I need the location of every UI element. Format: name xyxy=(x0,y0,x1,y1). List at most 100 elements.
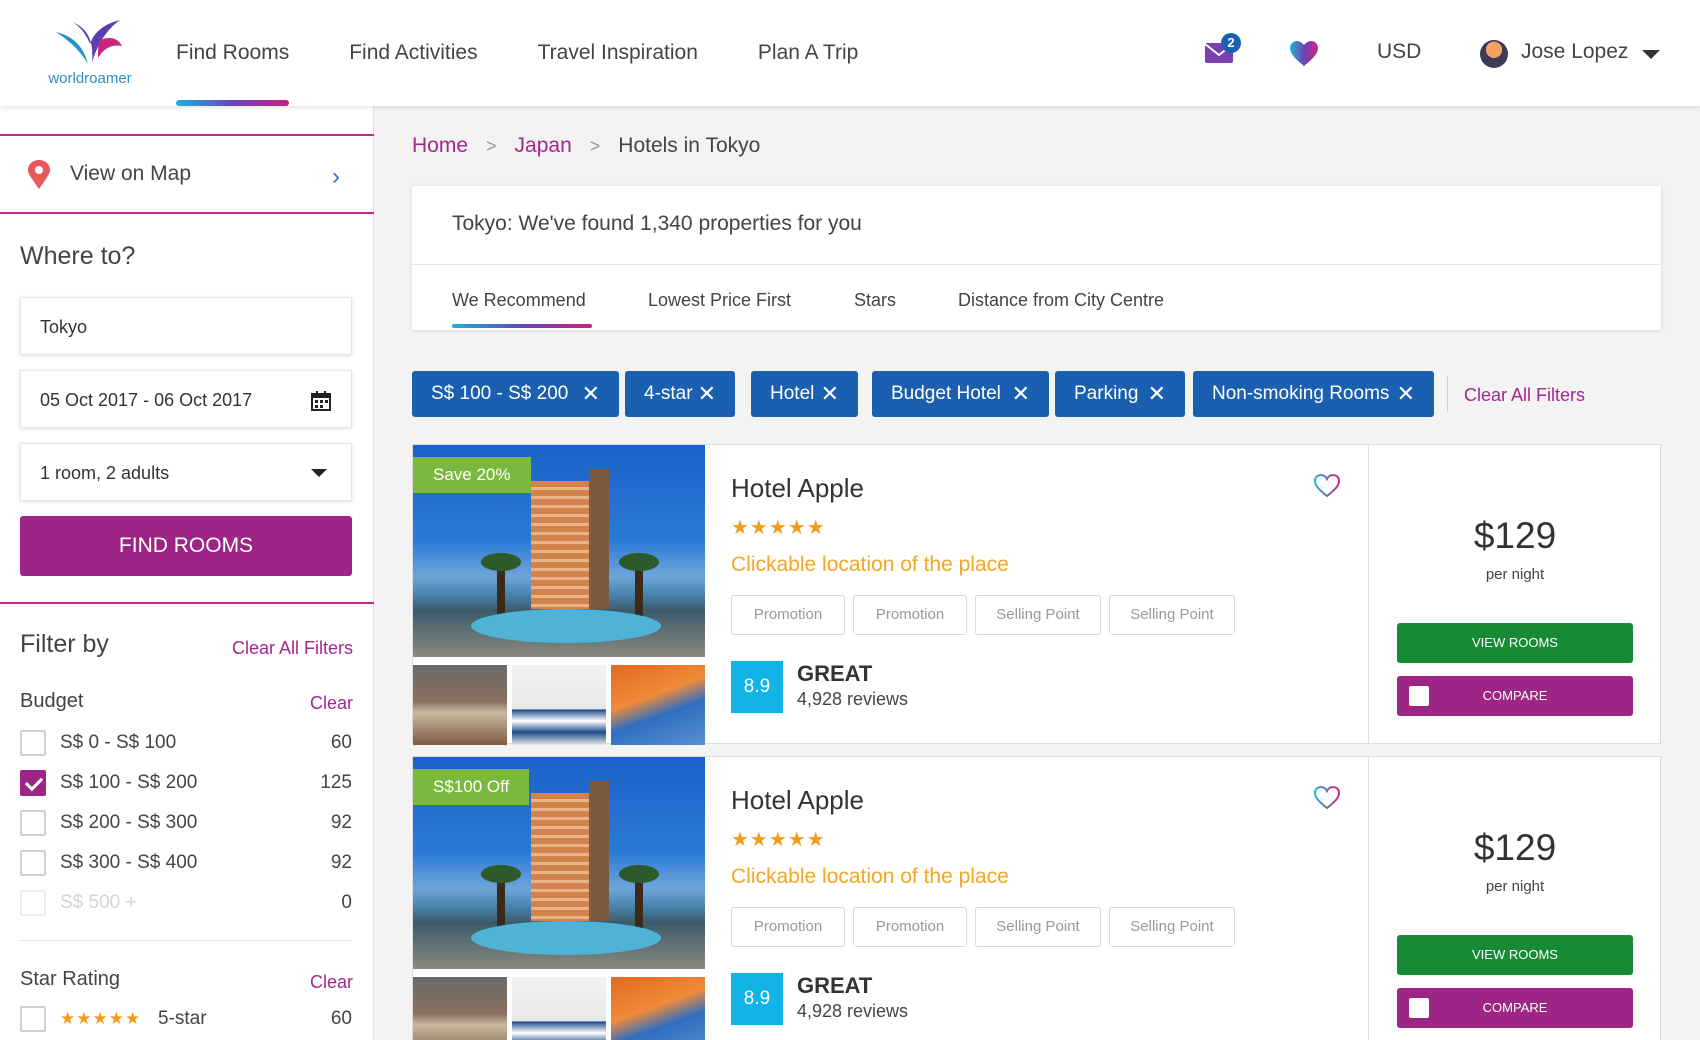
hotel-card[interactable]: S$100 Off Hotel Apple ★★★★★ Clickable lo… xyxy=(412,756,1661,1040)
results-summary-card: Tokyo: We've found 1,340 properties for … xyxy=(412,186,1661,330)
star-rating-clear-link[interactable]: Clear xyxy=(310,972,353,993)
promo-tag: Promotion xyxy=(853,595,967,635)
filter-chip[interactable]: Hotel ✕ xyxy=(751,371,858,417)
budget-clear-link[interactable]: Clear xyxy=(310,693,353,714)
filter-chip[interactable]: S$ 100 - S$ 200 ✕ xyxy=(412,371,619,417)
filter-chip[interactable]: 4-star ✕ xyxy=(625,371,735,417)
compare-button[interactable]: COMPARE xyxy=(1397,676,1633,716)
destination-field[interactable] xyxy=(20,297,352,355)
hotel-location-link[interactable]: Clickable location of the place xyxy=(731,865,1009,889)
star-option-label: 5-star xyxy=(158,1008,207,1029)
hotel-thumbnail[interactable] xyxy=(512,977,606,1040)
budget-checkbox[interactable] xyxy=(20,730,46,756)
hotel-thumbnail[interactable] xyxy=(413,977,507,1040)
hotel-location-link[interactable]: Clickable location of the place xyxy=(731,553,1009,577)
avatar[interactable] xyxy=(1480,40,1508,68)
date-range-field[interactable]: 05 Oct 2017 - 06 Oct 2017 xyxy=(20,370,352,428)
budget-option[interactable]: S$ 0 - S$ 100 60 xyxy=(20,730,352,760)
photo-detail xyxy=(471,921,661,955)
promo-tag: Promotion xyxy=(853,907,967,947)
sort-tab-recommend[interactable]: We Recommend xyxy=(452,290,586,311)
logo-bird-icon xyxy=(56,20,122,64)
rating-word: GREAT xyxy=(797,973,873,998)
compare-button[interactable]: COMPARE xyxy=(1397,988,1633,1028)
close-icon[interactable]: ✕ xyxy=(1012,371,1030,417)
chevron-down-icon[interactable] xyxy=(1642,50,1660,59)
per-night-label: per night xyxy=(1485,566,1545,583)
sort-tab-lowest-price[interactable]: Lowest Price First xyxy=(648,290,791,311)
close-icon[interactable]: ✕ xyxy=(821,371,839,417)
destination-input[interactable] xyxy=(40,317,320,338)
hotel-price: $129 xyxy=(1473,827,1557,868)
calendar-icon[interactable] xyxy=(311,391,331,411)
view-rooms-button[interactable]: VIEW ROOMS xyxy=(1397,623,1633,663)
heart-icon[interactable] xyxy=(1290,41,1318,67)
hotel-card[interactable]: Save 20% Hotel Apple ★★★★★ Clickable loc… xyxy=(412,444,1661,745)
sort-tab-stars[interactable]: Stars xyxy=(854,290,896,311)
user-name[interactable]: Jose Lopez xyxy=(1521,40,1628,64)
star-checkbox[interactable] xyxy=(20,1006,46,1032)
hotel-main-photo[interactable]: Save 20% xyxy=(413,445,705,657)
close-icon[interactable]: ✕ xyxy=(698,371,716,417)
budget-option-label: S$ 500 + xyxy=(60,892,137,913)
per-night-label: per night xyxy=(1485,878,1545,895)
promo-tag: Selling Point xyxy=(975,907,1101,947)
logo-text: worldroamer xyxy=(48,70,132,87)
hotel-name[interactable]: Hotel Apple xyxy=(731,785,864,816)
review-score: 8.9 xyxy=(731,661,783,713)
filter-chip[interactable]: Budget Hotel ✕ xyxy=(872,371,1049,417)
budget-option-label: S$ 300 - S$ 400 xyxy=(60,852,198,873)
compare-checkbox[interactable] xyxy=(1409,686,1429,706)
currency-selector[interactable]: USD xyxy=(1377,40,1421,64)
close-icon[interactable]: ✕ xyxy=(1148,371,1166,417)
hotel-name[interactable]: Hotel Apple xyxy=(731,473,864,504)
nav-find-activities[interactable]: Find Activities xyxy=(349,0,477,106)
chevron-right-icon: › xyxy=(332,163,340,190)
close-icon[interactable]: ✕ xyxy=(582,371,600,417)
hotel-thumbnail[interactable] xyxy=(512,665,606,745)
budget-option[interactable]: S$ 100 - S$ 200 125 xyxy=(20,770,352,800)
find-rooms-button[interactable]: FIND ROOMS xyxy=(20,516,352,576)
guests-value: 1 room, 2 adults xyxy=(40,463,170,483)
view-rooms-button[interactable]: VIEW ROOMS xyxy=(1397,935,1633,975)
breadcrumb-home[interactable]: Home xyxy=(412,134,468,158)
favorite-heart-icon[interactable] xyxy=(1313,785,1341,811)
budget-checkbox[interactable] xyxy=(20,810,46,836)
filter-chip-label: 4-star xyxy=(644,383,693,404)
hotel-star-rating: ★★★★★ xyxy=(731,829,826,851)
budget-option-count: 92 xyxy=(330,812,352,833)
filter-chip-label: Hotel xyxy=(770,383,815,404)
budget-checkbox[interactable] xyxy=(20,770,46,796)
favorite-heart-icon[interactable] xyxy=(1313,473,1341,499)
promo-tag: Promotion xyxy=(731,907,845,947)
promo-tag: Selling Point xyxy=(1109,595,1235,635)
nav-travel-inspiration[interactable]: Travel Inspiration xyxy=(538,0,698,106)
filter-chip-label: Non-smoking Rooms xyxy=(1212,383,1390,404)
budget-option[interactable]: S$ 300 - S$ 400 92 xyxy=(20,850,352,880)
hotel-thumbnail[interactable] xyxy=(413,665,507,745)
star-option[interactable]: ★★★★★ 5-star 60 xyxy=(20,1006,352,1036)
budget-checkbox[interactable] xyxy=(20,850,46,876)
nav-find-rooms[interactable]: Find Rooms xyxy=(176,0,290,106)
hotel-thumbnail[interactable] xyxy=(611,665,705,745)
compare-checkbox[interactable] xyxy=(1409,998,1429,1018)
budget-option-label: S$ 200 - S$ 300 xyxy=(60,812,198,833)
breadcrumb-separator-icon: > xyxy=(486,135,497,156)
logo[interactable]: worldroamer xyxy=(38,18,142,90)
view-on-map-button[interactable]: View on Map › xyxy=(0,134,374,214)
divider xyxy=(0,602,374,604)
star-rating-icons: ★★★★★ xyxy=(60,1009,142,1028)
chips-clear-all-link[interactable]: Clear All Filters xyxy=(1464,385,1585,406)
close-icon[interactable]: ✕ xyxy=(1397,371,1415,417)
guests-dropdown[interactable]: 1 room, 2 adults xyxy=(20,443,352,501)
review-count: 4,928 reviews xyxy=(797,1001,909,1021)
clear-all-filters-link[interactable]: Clear All Filters xyxy=(232,638,353,659)
hotel-main-photo[interactable]: S$100 Off xyxy=(413,757,705,969)
filter-chip[interactable]: Non-smoking Rooms ✕ xyxy=(1193,371,1434,417)
hotel-thumbnail[interactable] xyxy=(611,977,705,1040)
filter-chip[interactable]: Parking ✕ xyxy=(1055,371,1185,417)
breadcrumb-country[interactable]: Japan xyxy=(515,134,572,158)
nav-plan-a-trip[interactable]: Plan A Trip xyxy=(758,0,858,106)
sort-tab-distance[interactable]: Distance from City Centre xyxy=(958,290,1164,311)
budget-option[interactable]: S$ 200 - S$ 300 92 xyxy=(20,810,352,840)
